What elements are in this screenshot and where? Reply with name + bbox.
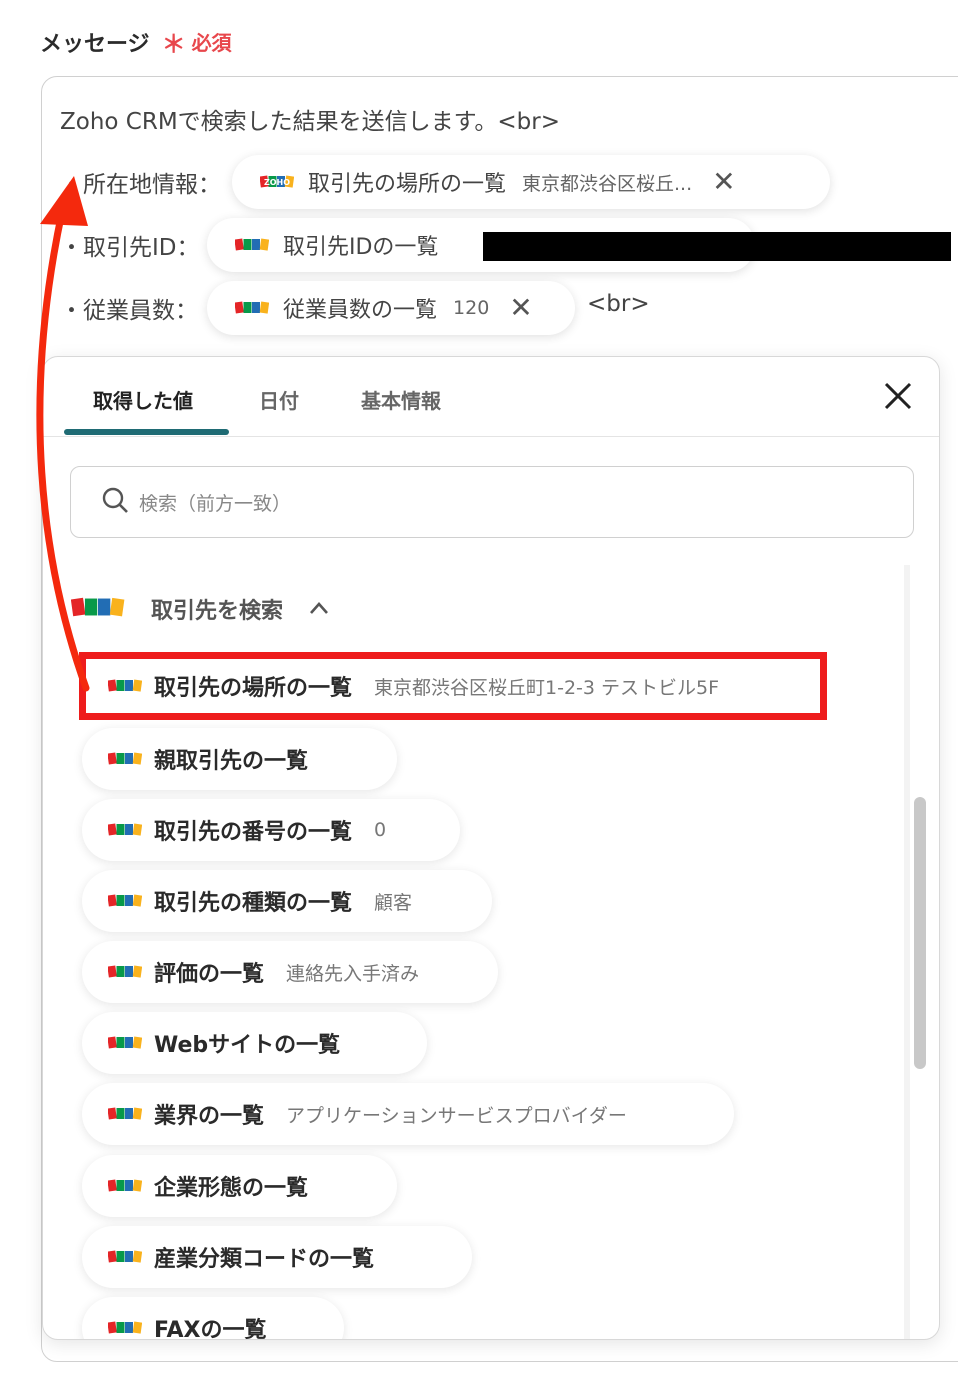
zoho-logo-icon [107, 821, 143, 840]
message-field-label: メッセージ ＊ 必須 [40, 24, 232, 59]
item-label: 産業分類コードの一覧 [154, 1247, 375, 1272]
item-label: 業界の一覧 [154, 1104, 265, 1129]
required-text: 必須 [191, 31, 232, 55]
list-item[interactable]: 取引先の番号の一覧 0 [82, 799, 460, 861]
row-label-location: ・所在地情報： [60, 172, 221, 198]
close-icon[interactable]: ✕ [509, 294, 532, 322]
zoho-logo-icon [107, 963, 143, 982]
tab-basic-info[interactable]: 基本情報 [361, 385, 441, 414]
message-first-line: Zoho CRMで検索した結果を送信します。<br> [60, 109, 560, 135]
scrollbar-track[interactable] [904, 565, 910, 1339]
item-label: 評価の一覧 [154, 962, 265, 987]
group-header-account-search[interactable]: 取引先を検索 [70, 593, 329, 625]
list-item[interactable]: 評価の一覧 連絡先入手済み [82, 941, 498, 1003]
item-label: 取引先の番号の一覧 [154, 820, 353, 845]
search-icon [101, 486, 129, 518]
pill-label: 取引先の場所の一覧 [308, 172, 507, 197]
value-picker-panel: 取得した値 日付 基本情報 検索（前方一致） 取引先を検索 取引先の場所の一覧 … [42, 356, 940, 1340]
required-star: ＊ [161, 30, 186, 58]
item-label: 取引先の種類の一覧 [154, 891, 353, 916]
pill-label: 取引先IDの一覧 [283, 235, 439, 260]
item-label: Webサイトの一覧 [154, 1033, 341, 1058]
field-label-text: メッセージ [40, 31, 150, 57]
pill-label: 従業員数の一覧 [283, 298, 438, 323]
search-input[interactable]: 検索（前方一致） [70, 466, 914, 538]
search-placeholder: 検索（前方一致） [139, 492, 292, 515]
item-label: 親取引先の一覧 [154, 749, 309, 774]
item-value: 0 [374, 819, 387, 841]
item-value: 東京都渋谷区桜丘町1-2-3 テストビル5F [374, 676, 720, 699]
zoho-logo-icon [107, 1177, 143, 1196]
panel-tabs: 取得した値 日付 基本情報 [43, 357, 939, 437]
row-label-account-id: ・取引先ID： [60, 235, 200, 261]
scrollbar-thumb[interactable] [914, 797, 926, 1069]
list-item[interactable]: 親取引先の一覧 [82, 728, 397, 790]
row-label-employees: ・従業員数： [60, 298, 198, 324]
zoho-logo-icon [234, 236, 270, 255]
zoho-logo-icon [234, 299, 270, 318]
pill-value: 東京都渋谷区桜丘... [522, 172, 693, 195]
zoho-logo-icon [107, 1248, 143, 1267]
list-item-account-location[interactable]: 取引先の場所の一覧 東京都渋谷区桜丘町1-2-3 テストビル5F [79, 652, 827, 720]
item-value: アプリケーションサービスプロバイダー [286, 1104, 627, 1127]
item-label: 企業形態の一覧 [154, 1176, 309, 1201]
zoho-logo-icon [107, 1319, 143, 1338]
tab-acquired-values[interactable]: 取得した値 [93, 385, 193, 414]
zoho-logo-icon [70, 597, 125, 621]
item-value: 顧客 [374, 891, 413, 914]
item-label: FAXの一覧 [154, 1318, 267, 1340]
close-icon[interactable] [881, 379, 915, 413]
zoho-logo-icon [107, 677, 143, 696]
tab-date[interactable]: 日付 [259, 385, 299, 414]
list-item[interactable]: 企業形態の一覧 [82, 1155, 397, 1217]
list-item[interactable]: 取引先の種類の一覧 顧客 [82, 870, 492, 932]
list-item[interactable]: Webサイトの一覧 [82, 1012, 427, 1074]
zoho-logo-icon [107, 750, 143, 769]
item-label: 取引先の場所の一覧 [154, 676, 353, 701]
item-value: 連絡先入手済み [286, 962, 420, 985]
zoho-logo-icon [107, 1034, 143, 1053]
group-title: 取引先を検索 [151, 599, 284, 624]
active-tab-indicator [64, 429, 229, 435]
pill-employees[interactable]: 従業員数の一覧 120 ✕ [207, 281, 575, 335]
zoho-logo-icon [107, 1105, 143, 1124]
list-item[interactable]: FAXの一覧 [82, 1297, 344, 1340]
pill-value: 120 [453, 297, 490, 319]
pill-location[interactable]: ZOHO 取引先の場所の一覧 東京都渋谷区桜丘... ✕ [232, 155, 830, 209]
redacted-block [483, 232, 951, 261]
row-trailing-br: <br> [587, 291, 650, 317]
list-item[interactable]: 業界の一覧 アプリケーションサービスプロバイダー [82, 1083, 734, 1145]
close-icon[interactable]: ✕ [712, 168, 735, 196]
zoho-logo-text: ZOHO [264, 178, 290, 187]
zoho-logo-icon [107, 892, 143, 911]
zoho-logo-icon: ZOHO [259, 173, 295, 192]
list-item[interactable]: 産業分類コードの一覧 [82, 1226, 472, 1288]
chevron-up-icon [309, 600, 329, 619]
